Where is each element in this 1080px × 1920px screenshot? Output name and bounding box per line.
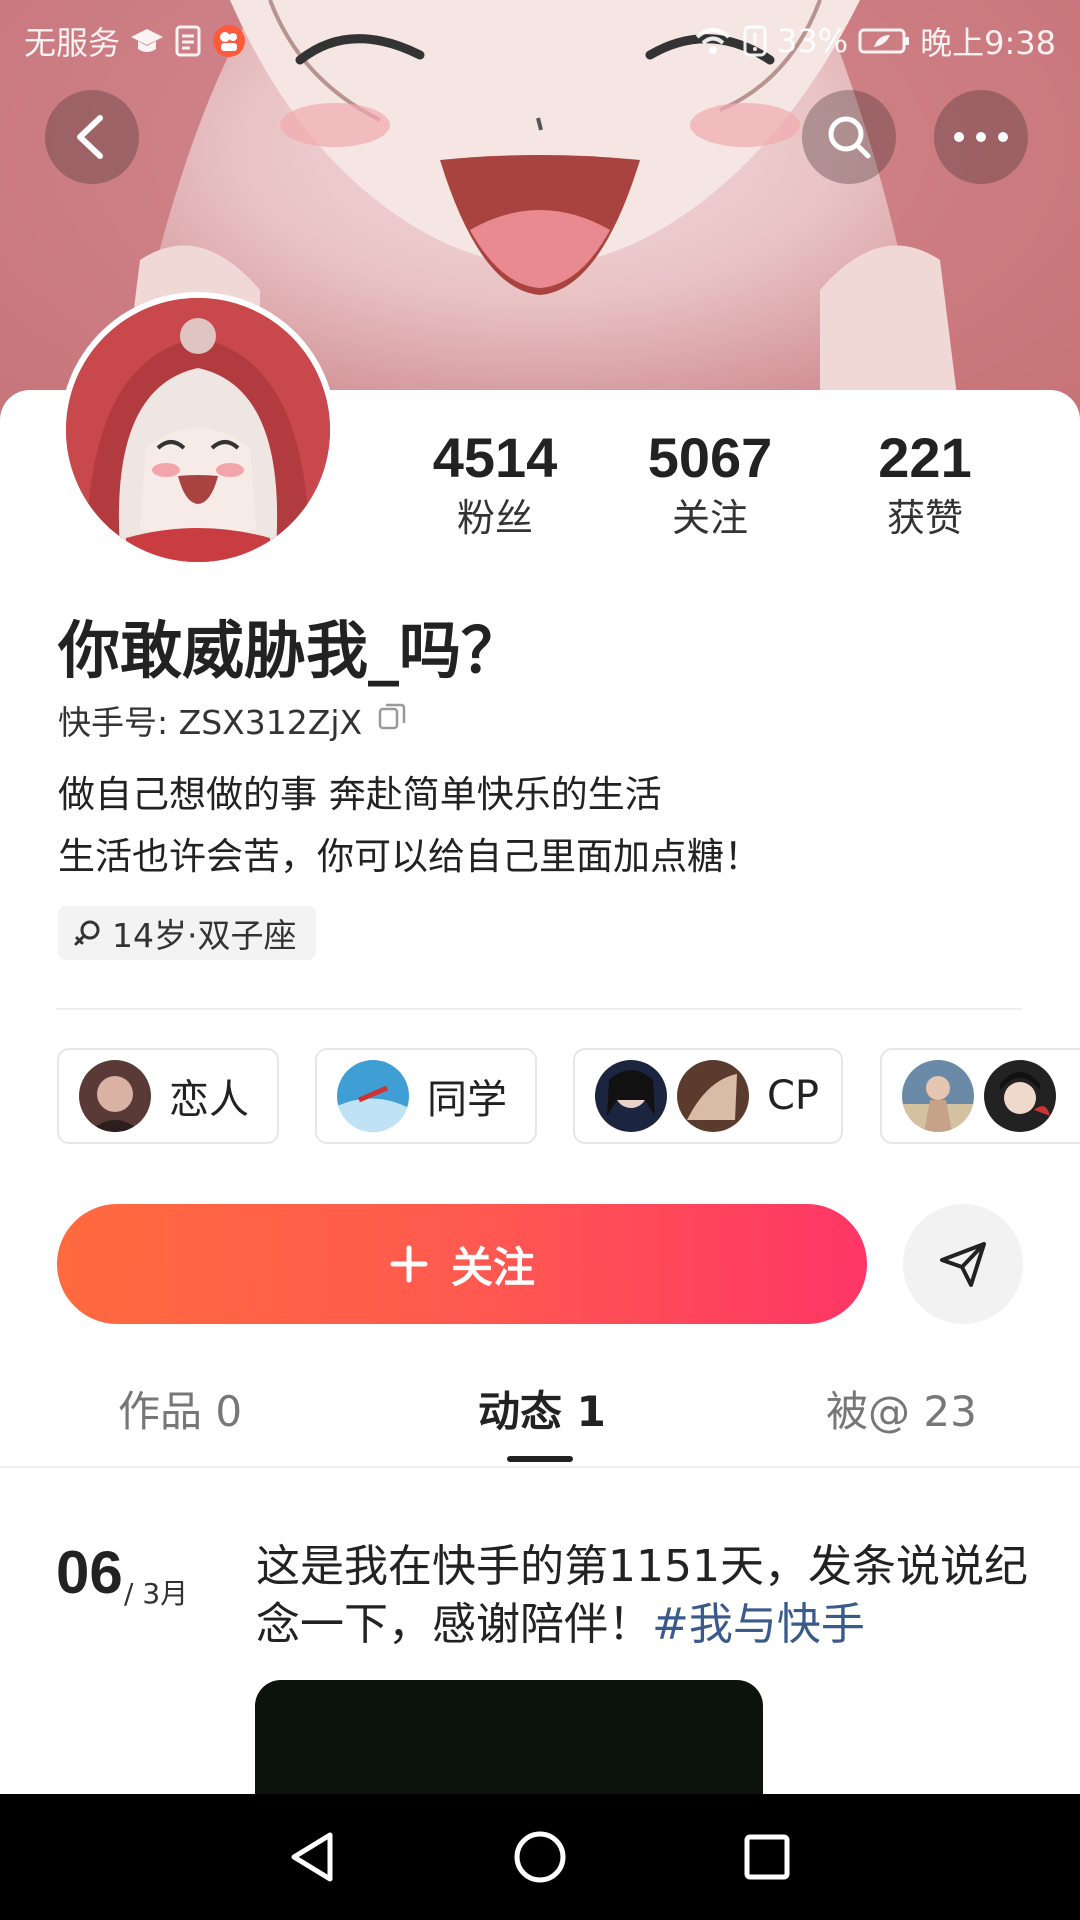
relation-avatar — [677, 1060, 749, 1132]
following-label: 关注 — [671, 496, 748, 540]
plus-icon — [390, 1245, 428, 1283]
stat-followers[interactable]: 4514 粉丝 — [385, 426, 605, 541]
nav-recents-button[interactable] — [727, 1817, 807, 1897]
kuaishou-app-icon — [212, 24, 246, 58]
avatar-image — [66, 298, 330, 562]
carrier-text: 无服务 — [24, 24, 121, 62]
post-text[interactable]: 这是我在快手的第1151天，发条说说纪念一下，感谢陪伴！#我与快手 — [256, 1538, 1036, 1654]
followers-count: 4514 — [432, 426, 558, 489]
likes-count: 221 — [878, 426, 972, 489]
tab-mentions[interactable]: 被@ 23 — [826, 1378, 977, 1439]
relation-chip-lover[interactable]: 恋人 — [57, 1048, 279, 1144]
circle-home-icon — [514, 1831, 566, 1883]
back-button[interactable] — [45, 90, 139, 184]
follow-label: 关注 — [450, 1242, 535, 1292]
female-gender-icon — [74, 920, 100, 946]
bio-line-2: 生活也许会苦，你可以给自己里面加点糖！ — [58, 835, 761, 878]
alert-icon — [743, 25, 767, 57]
post-date-month: / 3月 — [124, 1577, 189, 1610]
relation-avatar — [79, 1060, 151, 1132]
wifi-icon — [693, 25, 733, 57]
kuaishou-id-row: 快手号: ZSX312ZjX — [58, 696, 408, 744]
relation-label: 恋人 — [169, 1077, 249, 1123]
relation-avatar — [902, 1060, 974, 1132]
profile-nickname: 你敢威胁我_吗？ — [58, 614, 524, 687]
graduation-cap-icon — [130, 26, 164, 56]
section-divider — [56, 1008, 1022, 1010]
tabs-divider — [0, 1466, 1080, 1468]
post-body: 这是我在快手的第1151天，发条说说纪念一下，感谢陪伴！ — [256, 1541, 1028, 1650]
nav-back-button[interactable] — [273, 1817, 353, 1897]
stat-following[interactable]: 5067 关注 — [600, 426, 820, 541]
bio-line-1: 做自己想做的事 奔赴简单快乐的生活 — [58, 773, 662, 816]
relation-label: CP — [767, 1073, 820, 1119]
chevron-left-icon — [77, 115, 103, 159]
message-button[interactable] — [903, 1204, 1023, 1324]
kuaishou-id: 快手号: ZSX312ZjX — [58, 703, 363, 742]
relation-avatar — [595, 1060, 667, 1132]
relation-chip-other[interactable] — [880, 1048, 1080, 1144]
battery-percent: 33% — [777, 22, 849, 60]
tag-label: 14岁·双子座 — [112, 916, 297, 955]
tab-works[interactable]: 作品 0 — [118, 1378, 242, 1439]
send-icon — [940, 1242, 986, 1287]
search-icon — [828, 116, 871, 159]
tab-moments[interactable]: 动态 1 — [478, 1378, 606, 1439]
search-button[interactable] — [802, 90, 896, 184]
post-hashtag[interactable]: #我与快手 — [652, 1599, 865, 1650]
age-zodiac-tag: 14岁·双子座 — [58, 906, 317, 960]
nav-home-button[interactable] — [500, 1817, 580, 1897]
more-horizontal-icon — [954, 132, 1008, 142]
relation-label: 同学 — [427, 1077, 507, 1123]
likes-label: 获赞 — [886, 496, 963, 540]
system-nav-bar — [0, 1794, 1080, 1920]
follow-button[interactable]: 关注 — [57, 1204, 867, 1324]
more-button[interactable] — [934, 90, 1028, 184]
relation-avatar — [984, 1060, 1056, 1132]
stat-likes[interactable]: 221 获赞 — [815, 426, 1035, 541]
triangle-back-icon — [291, 1832, 333, 1882]
status-bar: 无服务 33% 晚上9:38 — [0, 0, 1080, 76]
battery-icon — [858, 27, 910, 55]
followers-label: 粉丝 — [456, 496, 533, 540]
post-date-day: 06 — [56, 1539, 123, 1606]
relation-chip-cp[interactable]: CP — [573, 1048, 843, 1144]
clock-time: 晚上9:38 — [920, 24, 1056, 62]
following-count: 5067 — [647, 426, 773, 489]
copy-icon[interactable] — [376, 700, 408, 740]
active-tab-indicator — [507, 1456, 573, 1462]
square-recents-icon — [744, 1834, 790, 1880]
avatar[interactable] — [60, 292, 336, 568]
relation-chip-classmate[interactable]: 同学 — [315, 1048, 537, 1144]
relation-avatar — [337, 1060, 409, 1132]
document-icon — [174, 25, 202, 57]
